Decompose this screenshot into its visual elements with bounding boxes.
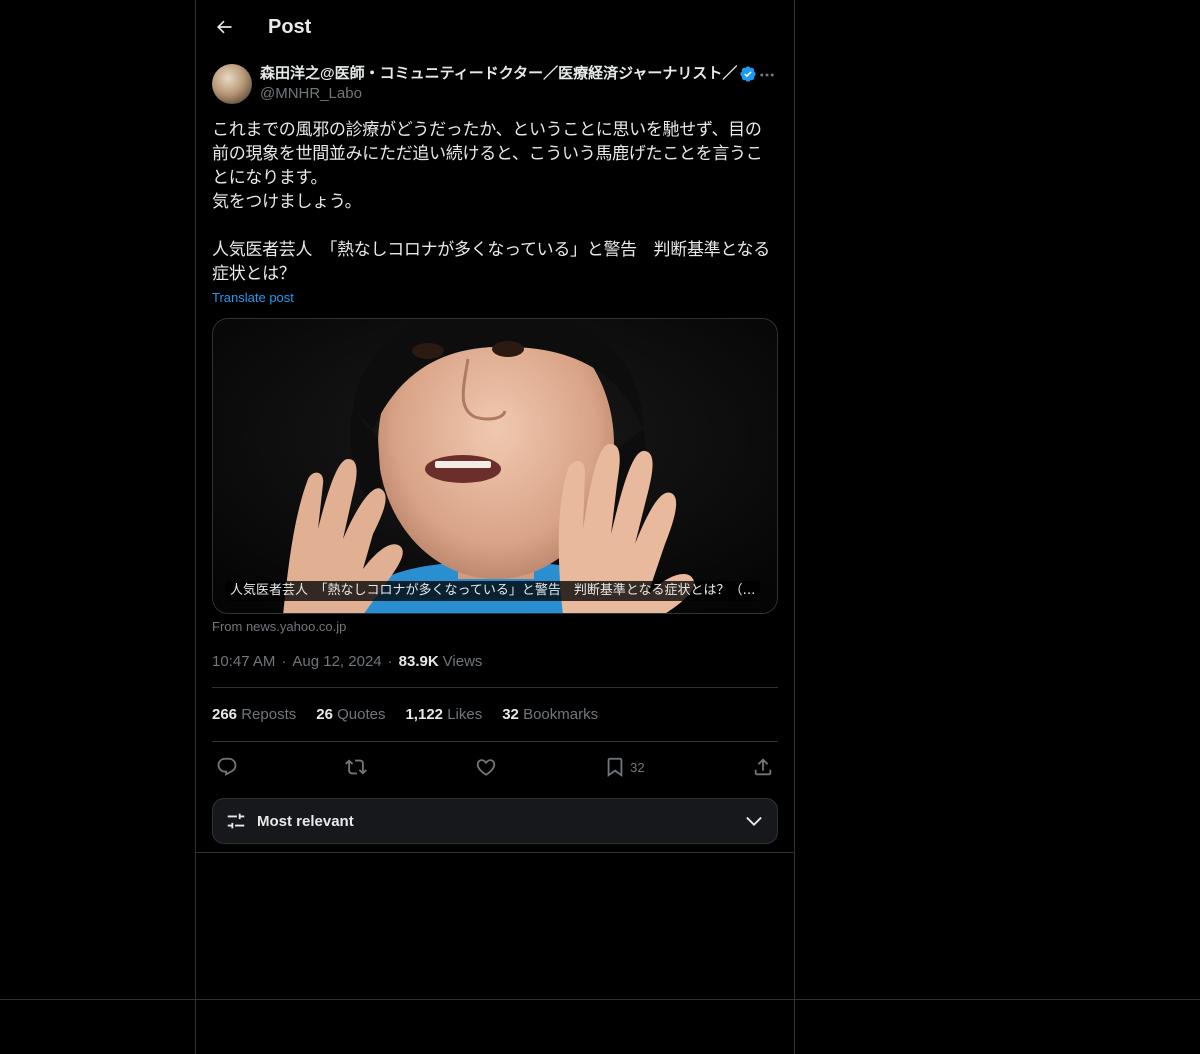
more-icon: [760, 73, 774, 77]
bookmark-count: 32: [630, 759, 645, 775]
column-border-right: [794, 0, 795, 1054]
views-label: Views: [442, 652, 483, 670]
separator-dot: ·: [387, 652, 393, 670]
page-header: Post: [196, 0, 794, 54]
author-names: 森田洋之@医師・コミュニティードクター／医療経済ジャーナリスト／ @MNHR_L…: [260, 64, 757, 104]
post-date[interactable]: Aug 12, 2024: [292, 653, 381, 670]
display-name-line: 森田洋之@医師・コミュニティードクター／医療経済ジャーナリスト／: [260, 64, 757, 84]
post-meta: 10:47 AM · Aug 12, 2024 · 83.9K Views: [212, 651, 778, 671]
separator-dot: ·: [281, 652, 287, 670]
repost-button[interactable]: [345, 756, 368, 778]
card-image: [213, 319, 777, 613]
back-arrow-icon: [216, 20, 232, 34]
views-count: 83.9K: [398, 652, 439, 670]
quotes-count: 26: [316, 706, 333, 723]
bookmarks-stat[interactable]: 32 Bookmarks: [502, 706, 598, 723]
share-icon: [754, 758, 772, 776]
reposts-count: 266: [212, 706, 238, 723]
bookmark-button[interactable]: 32: [604, 756, 645, 778]
reply-button[interactable]: [216, 756, 238, 778]
repost-icon: [345, 759, 368, 775]
back-button[interactable]: [212, 15, 236, 39]
action-bar: 32: [212, 742, 778, 792]
post-stats: 266 Reposts 26 Quotes 1,122 Likes 32 Boo…: [212, 688, 778, 741]
bookmarks-count: 32: [502, 706, 519, 723]
thread-divider: [196, 852, 794, 853]
chevron-down-icon: [746, 816, 762, 826]
post-text: これまでの風邪の診療がどうだったか、ということに思いを馳せず、目の前の現象を世間…: [212, 120, 770, 284]
post-time[interactable]: 10:47 AM: [212, 653, 275, 670]
avatar[interactable]: [212, 64, 252, 104]
display-name[interactable]: 森田洋之@医師・コミュニティードクター／医療経済ジャーナリスト／: [260, 64, 737, 84]
author-handle[interactable]: @MNHR_Labo: [260, 84, 757, 104]
post-detail-column: Post 森田洋之@医師・コミュニティードクター／医療経済ジャーナリスト／ @M…: [196, 0, 794, 844]
link-card[interactable]: 人気医者芸人 「熱なしコロナが多くなっている」と警告 判断基準となる症状とは？（…: [212, 318, 778, 614]
reposts-stat[interactable]: 266 Reposts: [212, 706, 296, 723]
likes-label: Likes: [447, 706, 483, 723]
card-caption: 人気医者芸人 「熱なしコロナが多くなっている」と警告 判断基準となる症状とは？（…: [225, 581, 761, 601]
share-button[interactable]: [752, 756, 774, 778]
page-title: Post: [268, 15, 312, 38]
author-row: 森田洋之@医師・コミュニティードクター／医療経済ジャーナリスト／ @MNHR_L…: [212, 64, 778, 104]
quotes-stat[interactable]: 26 Quotes: [316, 706, 385, 723]
sort-label: Most relevant: [257, 812, 354, 830]
reply-icon: [217, 757, 237, 776]
sliders-icon: [227, 813, 245, 829]
card-source[interactable]: From news.yahoo.co.jp: [212, 619, 778, 634]
post: 森田洋之@医師・コミュニティードクター／医療経済ジャーナリスト／ @MNHR_L…: [196, 64, 794, 844]
likes-count: 1,122: [405, 706, 444, 723]
translate-post-link[interactable]: Translate post: [212, 290, 294, 305]
sort-replies-dropdown[interactable]: Most relevant: [212, 798, 778, 844]
more-options-button[interactable]: [756, 66, 778, 84]
bookmark-icon: [607, 757, 623, 778]
quotes-label: Quotes: [337, 706, 386, 723]
likes-stat[interactable]: 1,122 Likes: [405, 706, 482, 723]
reposts-label: Reposts: [241, 706, 297, 723]
bookmarks-label: Bookmarks: [523, 706, 599, 723]
heart-icon: [476, 759, 495, 776]
bottom-divider: [0, 999, 1200, 1000]
verified-badge-icon[interactable]: [739, 65, 757, 83]
like-button[interactable]: [475, 756, 497, 778]
